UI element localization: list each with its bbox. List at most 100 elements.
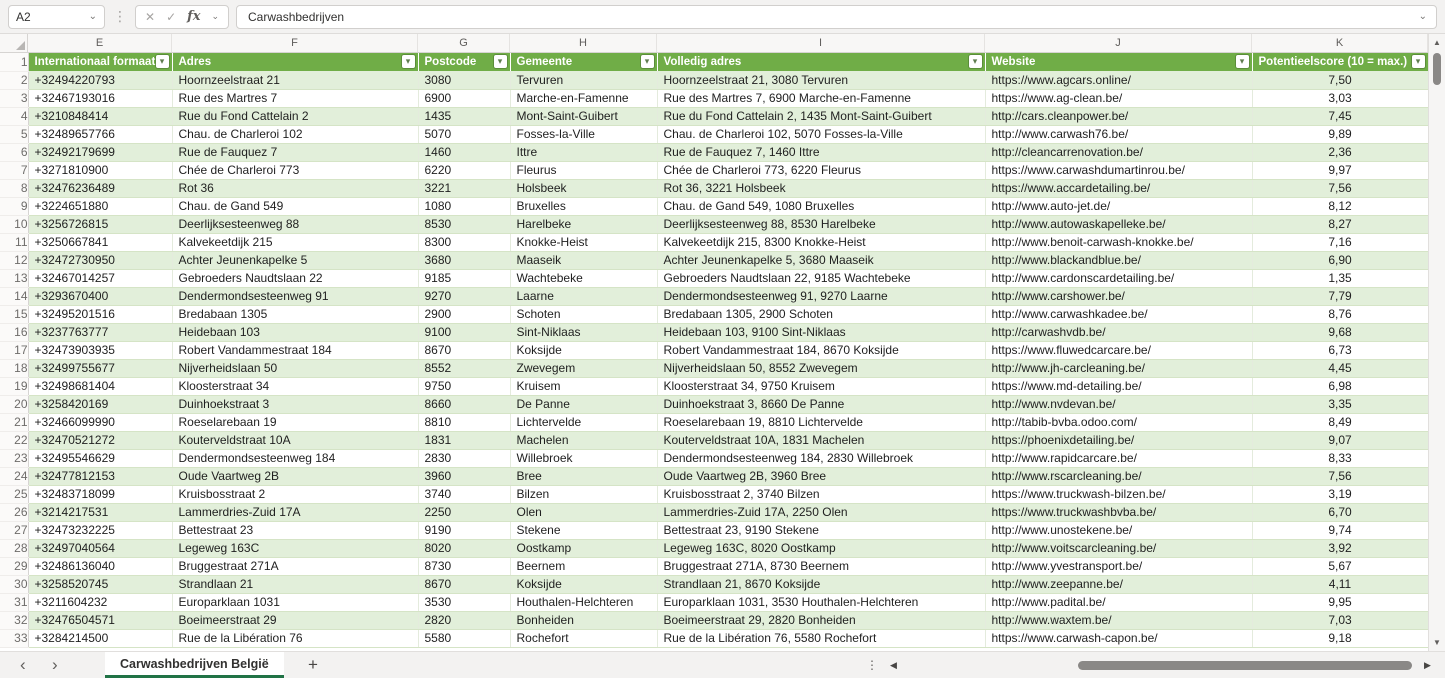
cell[interactable]: Kouterveldstraat 10A, 1831 Machelen <box>657 431 985 449</box>
cell[interactable]: 3,92 <box>1252 539 1428 557</box>
cell[interactable]: 8660 <box>418 395 510 413</box>
cell[interactable]: Hoornzeelstraat 21 <box>172 71 418 89</box>
cell[interactable]: +3258420169 <box>28 395 172 413</box>
cell[interactable]: 3,03 <box>1252 89 1428 107</box>
row-number[interactable]: 11 <box>0 233 28 251</box>
cell[interactable]: Kruisem <box>510 377 657 395</box>
row-number[interactable]: 16 <box>0 323 28 341</box>
cell[interactable]: Kalvekeetdijk 215 <box>172 233 418 251</box>
cell[interactable]: Olen <box>510 503 657 521</box>
cell[interactable]: Chée de Charleroi 773 <box>172 161 418 179</box>
cell[interactable]: https://www.fluwedcarcare.be/ <box>985 341 1252 359</box>
cell[interactable]: Heidebaan 103 <box>172 323 418 341</box>
cell[interactable]: 9270 <box>418 287 510 305</box>
cell[interactable]: Nijverheidslaan 50, 8552 Zwevegem <box>657 359 985 377</box>
cell[interactable]: Rot 36, 3221 Holsbeek <box>657 179 985 197</box>
cell[interactable]: Bettestraat 23 <box>172 521 418 539</box>
row-number[interactable]: 10 <box>0 215 28 233</box>
cell[interactable]: 7,16 <box>1252 233 1428 251</box>
cell[interactable]: 5,67 <box>1252 557 1428 575</box>
name-box[interactable]: A2 ⌄ <box>8 5 105 29</box>
column-letter-J[interactable]: J <box>985 34 1252 52</box>
cell[interactable]: +32472730950 <box>28 251 172 269</box>
cell[interactable]: 3740 <box>418 485 510 503</box>
cell[interactable]: http://www.voitscarcleaning.be/ <box>985 539 1252 557</box>
cell[interactable]: 2820 <box>418 611 510 629</box>
cell[interactable]: Dendermondsesteenweg 184 <box>172 449 418 467</box>
row-number[interactable]: 6 <box>0 143 28 161</box>
cell[interactable]: 8020 <box>418 539 510 557</box>
column-letter-I[interactable]: I <box>657 34 985 52</box>
cell[interactable]: http://www.rscarcleaning.be/ <box>985 467 1252 485</box>
cell[interactable]: http://www.jh-carcleaning.be/ <box>985 359 1252 377</box>
cell[interactable]: Kruisbosstraat 2, 3740 Bilzen <box>657 485 985 503</box>
filter-dropdown-icon[interactable]: ▾ <box>156 55 169 68</box>
cell[interactable]: http://www.yvestransport.be/ <box>985 557 1252 575</box>
cell[interactable]: Hoornzeelstraat 21, 3080 Tervuren <box>657 71 985 89</box>
cell[interactable]: Chau. de Charleroi 102 <box>172 125 418 143</box>
cell[interactable]: Chée de Charleroi 773, 6220 Fleurus <box>657 161 985 179</box>
cell[interactable]: 2,36 <box>1252 143 1428 161</box>
cell[interactable]: Fosses-la-Ville <box>510 125 657 143</box>
cell[interactable]: https://www.ag-clean.be/ <box>985 89 1252 107</box>
column-letter-F[interactable]: F <box>172 34 418 52</box>
cell[interactable]: http://www.benoit-carwash-knokke.be/ <box>985 233 1252 251</box>
cell[interactable]: Rue du Fond Cattelain 2, 1435 Mont-Saint… <box>657 107 985 125</box>
cell[interactable]: http://www.waxtem.be/ <box>985 611 1252 629</box>
expand-formula-bar-chevron-icon[interactable]: ⌄ <box>1419 11 1427 22</box>
cell[interactable]: 1435 <box>418 107 510 125</box>
cell[interactable]: +32494220793 <box>28 71 172 89</box>
select-all-corner[interactable] <box>0 34 28 52</box>
cell[interactable]: Rue des Martres 7 <box>172 89 418 107</box>
cell[interactable]: Heidebaan 103, 9100 Sint-Niklaas <box>657 323 985 341</box>
cell[interactable]: 9190 <box>418 521 510 539</box>
column-header[interactable]: Postcode▾ <box>418 53 510 71</box>
cell[interactable]: Houthalen-Helchteren <box>510 593 657 611</box>
cell[interactable]: http://www.auto-jet.de/ <box>985 197 1252 215</box>
cell[interactable]: 6,70 <box>1252 503 1428 521</box>
sheet-options-kebab-icon[interactable]: ⋮ <box>866 652 878 678</box>
cell[interactable]: http://www.nvdevan.be/ <box>985 395 1252 413</box>
cell[interactable]: Rochefort <box>510 629 657 647</box>
column-header[interactable]: Gemeente▾ <box>510 53 657 71</box>
cell[interactable]: http://cleancarrenovation.be/ <box>985 143 1252 161</box>
scroll-right-icon[interactable]: ▶ <box>1424 652 1431 678</box>
cell[interactable]: 3680 <box>418 251 510 269</box>
cell[interactable]: Dendermondsesteenweg 91 <box>172 287 418 305</box>
cell[interactable]: 9,95 <box>1252 593 1428 611</box>
row-number[interactable]: 1 <box>0 53 28 71</box>
cell[interactable]: +32495546629 <box>28 449 172 467</box>
column-header[interactable]: Volledig adres▾ <box>657 53 985 71</box>
cell[interactable]: +32476236489 <box>28 179 172 197</box>
cell[interactable]: Deerlijksesteenweg 88 <box>172 215 418 233</box>
column-header[interactable]: Adres▾ <box>172 53 418 71</box>
column-header[interactable]: Potentieelscore (10 = max.)▾ <box>1252 53 1428 71</box>
cell[interactable]: https://www.md-detailing.be/ <box>985 377 1252 395</box>
cell[interactable]: http://www.rapidcarcare.be/ <box>985 449 1252 467</box>
cell[interactable]: 8530 <box>418 215 510 233</box>
cell[interactable]: 3080 <box>418 71 510 89</box>
row-number[interactable]: 22 <box>0 431 28 449</box>
cell[interactable]: 9750 <box>418 377 510 395</box>
cell[interactable]: 3960 <box>418 467 510 485</box>
cell[interactable]: 8,27 <box>1252 215 1428 233</box>
scroll-left-icon[interactable]: ◀ <box>890 652 897 678</box>
row-number[interactable]: 24 <box>0 467 28 485</box>
cell[interactable]: https://www.truckwashbvba.be/ <box>985 503 1252 521</box>
cell[interactable]: Kouterveldstraat 10A <box>172 431 418 449</box>
cell[interactable]: Kloosterstraat 34, 9750 Kruisem <box>657 377 985 395</box>
filter-dropdown-icon[interactable]: ▾ <box>641 55 654 68</box>
cell[interactable]: 6220 <box>418 161 510 179</box>
row-number[interactable]: 33 <box>0 629 28 647</box>
cell[interactable]: 8670 <box>418 341 510 359</box>
cell[interactable]: Oostkamp <box>510 539 657 557</box>
prev-sheet-icon[interactable]: ‹ <box>20 652 26 678</box>
cell[interactable]: Rue du Fond Cattelain 2 <box>172 107 418 125</box>
cell[interactable]: Holsbeek <box>510 179 657 197</box>
row-number[interactable]: 2 <box>0 71 28 89</box>
cell[interactable]: Duinhoekstraat 3 <box>172 395 418 413</box>
cell[interactable]: http://www.autowaskapelleke.be/ <box>985 215 1252 233</box>
row-number[interactable]: 4 <box>0 107 28 125</box>
chevron-down-icon[interactable]: ⌄ <box>89 12 97 22</box>
kebab-menu-icon[interactable]: ⋮ <box>112 8 128 25</box>
